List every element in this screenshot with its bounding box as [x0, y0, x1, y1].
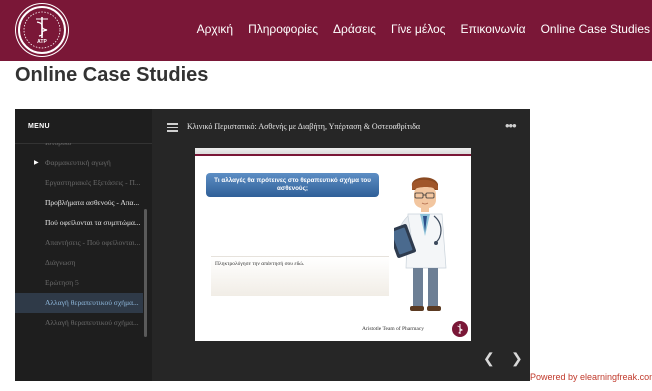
answer-input[interactable]: Πληκτρολόγησε την απάντησή σου εδώ.: [211, 256, 389, 296]
nav-contact[interactable]: Επικοινωνία: [460, 22, 525, 36]
chevron-left-icon[interactable]: ❮: [483, 351, 495, 365]
bullet-icon: ▶: [34, 160, 39, 166]
question-box: Τι αλλαγές θα πρότεινες στο θεραπευτικό …: [206, 173, 379, 197]
slide-header-band: [195, 148, 471, 156]
nav-activities[interactable]: Δράσεις: [333, 22, 376, 36]
slide-logo-icon: [451, 320, 469, 338]
menu-item-regimen-change-active[interactable]: Αλλαγή θεραπευτικού σχήμα...: [15, 293, 143, 313]
slide-footer-text: Aristotle Team of Pharmacy: [362, 326, 424, 332]
powered-by-link[interactable]: Powered by elearningfreak.com: [530, 372, 652, 382]
nav-join[interactable]: Γίνε μέλος: [391, 22, 446, 36]
menu-item-lab-tests[interactable]: Εργαστηριακές Εξετάσεις - Π...: [15, 173, 143, 193]
course-title: Κλινικό Περιστατικό: Ασθενής με Διαβήτη,…: [187, 122, 421, 131]
nav-online-case-studies[interactable]: Online Case Studies: [541, 22, 650, 36]
chevron-right-icon[interactable]: ❯: [511, 351, 523, 365]
more-options-icon[interactable]: •••: [505, 119, 517, 132]
slide-content: Τι αλλαγές θα πρότεινες στο θεραπευτικό …: [195, 148, 471, 341]
menu-item-diagnosis[interactable]: Διάγνωση: [15, 253, 143, 273]
menu-item-regimen-change[interactable]: Αλλαγή θεραπευτικού σχήμα...: [15, 313, 143, 333]
menu-label: MENU: [28, 123, 50, 130]
menu-item-patient-problems[interactable]: Προβλήματα ασθενούς - Απα...: [15, 193, 143, 213]
hamburger-menu-icon[interactable]: [167, 123, 178, 132]
page-title: Online Case Studies: [15, 64, 209, 86]
menu-item-medication[interactable]: ▶ Φαρμακευτική αγωγή: [15, 153, 143, 173]
menu-item-symptom-causes[interactable]: Πού οφείλονται τα συμπτώμα...: [15, 213, 143, 233]
main-nav: Αρχική Πληροφορίες Δράσεις Γίνε μέλος Επ…: [182, 22, 650, 36]
player-topbar: Κλινικό Περιστατικό: Ασθενής με Διαβήτη,…: [152, 109, 530, 145]
menu-item-question-5[interactable]: Ερώτηση 5: [15, 273, 143, 293]
nav-home[interactable]: Αρχική: [197, 22, 233, 36]
menu-item-answers[interactable]: Απαντήσεις - Πού οφείλονται...: [15, 233, 143, 253]
logo-text: ATP: [37, 39, 47, 45]
nav-info[interactable]: Πληροφορίες: [248, 22, 318, 36]
site-logo[interactable]: ATP: [18, 6, 66, 54]
menu-item-label: Φαρμακευτική αγωγή: [45, 158, 111, 167]
player-sidebar: MENU Ιστορικό ▶ Φαρμακευτική αγωγή Εργασ…: [15, 109, 152, 381]
site-header: ATP Αρχική Πληροφορίες Δράσεις Γίνε μέλο…: [0, 0, 652, 61]
menu-item-history[interactable]: Ιστορικό: [15, 143, 143, 153]
menu-list: Ιστορικό ▶ Φαρμακευτική αγωγή Εργαστηρια…: [15, 143, 152, 381]
sidebar-scrollbar[interactable]: [144, 209, 147, 337]
pharmacist-character-illustration: [394, 177, 447, 311]
